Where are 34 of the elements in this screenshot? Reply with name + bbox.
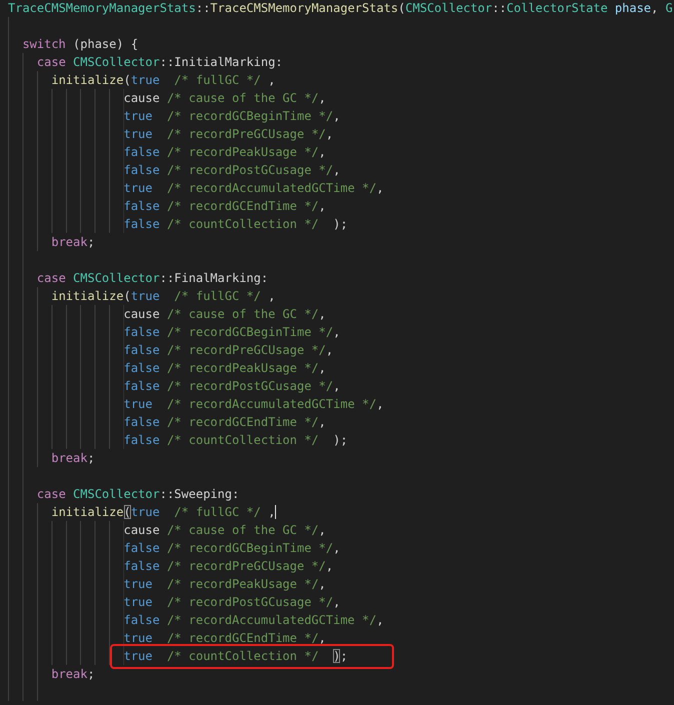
code-line: break;	[51, 234, 95, 251]
code-line: false /* recordPreGCUsage */,	[124, 342, 334, 359]
code-line: cause /* cause of the GC */,	[124, 522, 326, 539]
code-line: false /* recordGCEndTime */,	[124, 198, 326, 215]
code-line: break;	[51, 450, 95, 467]
code-line: false /* recordGCEndTime */,	[124, 414, 326, 431]
code-line: true /* recordGCBeginTime */,	[124, 108, 340, 125]
code-line: cause /* cause of the GC */,	[124, 90, 326, 107]
code-line: false /* recordGCBeginTime */,	[124, 324, 340, 341]
code-line: initialize(true /* fullGC */ ,	[51, 288, 276, 305]
code-line: TraceCMSMemoryManagerStats::TraceCMSMemoryManagerStats(CMSCollector::CollectorState phase, G	[8, 0, 673, 17]
code-line: case CMSCollector::Sweeping:	[36, 486, 240, 503]
code-line: true /* recordPreGCUsage */,	[124, 126, 334, 143]
code-line: true /* recordGCEndTime */,	[124, 630, 326, 647]
code-line: true /* recordAccumulatedGCTime */,	[124, 180, 384, 197]
code-line: false /* recordGCBeginTime */,	[124, 540, 340, 557]
code-line: case CMSCollector::InitialMarking:	[36, 54, 283, 71]
code-line: switch (phase) {	[22, 36, 138, 53]
code-line: false /* recordPostGCusage */,	[124, 162, 340, 179]
code-line: case CMSCollector::FinalMarking:	[36, 270, 268, 287]
code-line: false /* recordPeakUsage */,	[124, 360, 326, 377]
code-line: true /* recordPostGCusage */,	[124, 594, 340, 611]
code-line: break;	[51, 666, 95, 683]
code-line: true /* recordAccumulatedGCTime */,	[124, 396, 384, 413]
code-line: false /* recordAccumulatedGCTime */,	[124, 612, 384, 629]
code-line: initialize(true /* fullGC */ ,	[51, 72, 276, 89]
code-line: false /* recordPostGCusage */,	[124, 378, 340, 395]
code-line: true /* recordPeakUsage */,	[124, 576, 326, 593]
code-line: false /* recordPeakUsage */,	[124, 144, 326, 161]
code-line: false /* countCollection */ );	[124, 432, 348, 449]
code-line: false /* countCollection */ );	[124, 216, 348, 233]
code-line: false /* recordPreGCUsage */,	[124, 558, 334, 575]
code-line: initialize(true /* fullGC */ ,	[51, 504, 276, 521]
code-line: cause /* cause of the GC */,	[124, 306, 326, 323]
